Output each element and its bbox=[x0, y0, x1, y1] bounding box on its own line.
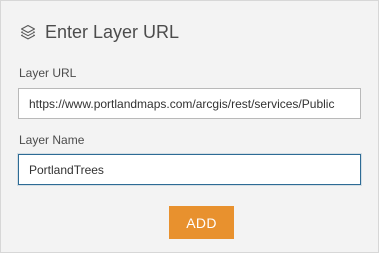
layer-name-label: Layer Name bbox=[19, 133, 85, 147]
layers-icon bbox=[18, 22, 38, 42]
panel-title: Enter Layer URL bbox=[45, 21, 180, 42]
layer-url-input[interactable] bbox=[18, 88, 361, 119]
add-layer-panel: Enter Layer URL Layer URL Layer Name ADD bbox=[0, 0, 379, 253]
layer-url-label: Layer URL bbox=[19, 66, 77, 80]
layer-name-input[interactable] bbox=[18, 154, 361, 185]
panel-header: Enter Layer URL bbox=[18, 21, 179, 43]
add-button[interactable]: ADD bbox=[169, 206, 234, 239]
